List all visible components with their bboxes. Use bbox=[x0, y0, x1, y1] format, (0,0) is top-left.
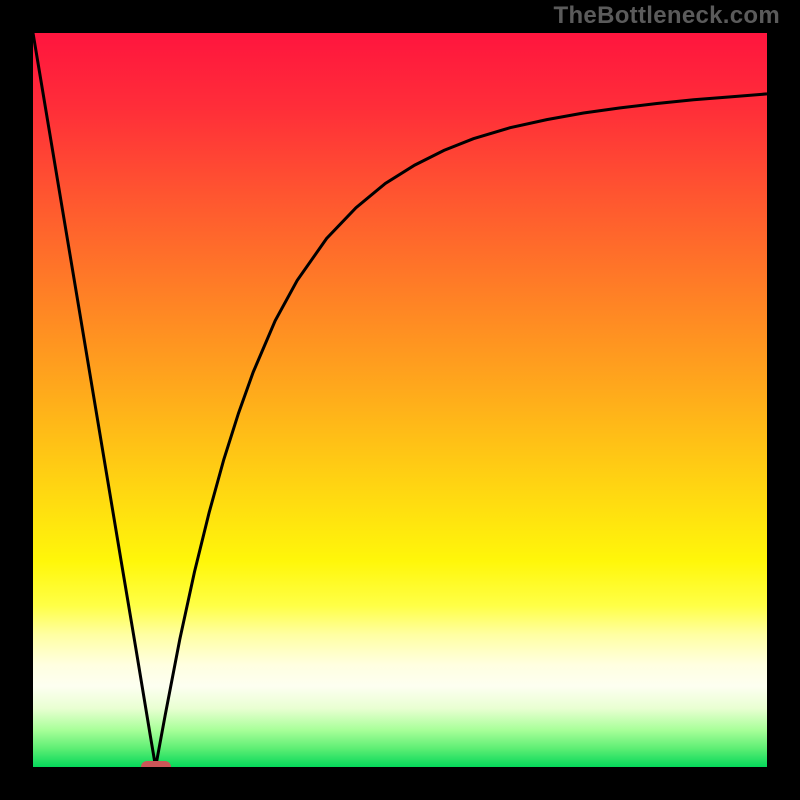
watermark-text: TheBottleneck.com bbox=[554, 2, 780, 30]
chart-frame: TheBottleneck.com bbox=[0, 0, 800, 800]
plot-area bbox=[33, 33, 767, 767]
gradient-background bbox=[33, 33, 767, 767]
sweet-spot-marker bbox=[141, 761, 171, 767]
plot-svg bbox=[33, 33, 767, 767]
